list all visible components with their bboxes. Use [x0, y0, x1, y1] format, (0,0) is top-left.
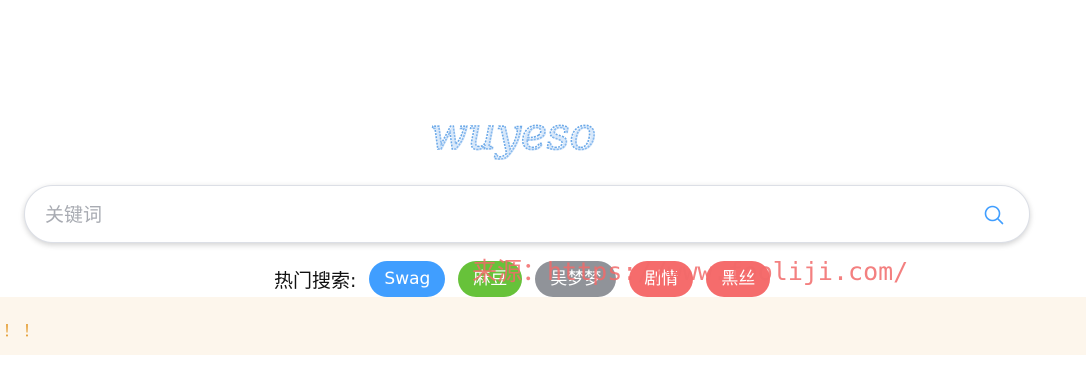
- hot-tag-wumengmeng[interactable]: 吴梦梦: [535, 261, 617, 297]
- hot-tag-juqing[interactable]: 剧情: [629, 261, 694, 297]
- hot-tag-swag[interactable]: Swag: [369, 261, 446, 297]
- search-box: [24, 185, 1030, 243]
- site-logo: wuyeso wuyeso: [0, 105, 1026, 169]
- hot-tag-madou[interactable]: 麻豆: [458, 261, 523, 297]
- search-icon: [984, 205, 1004, 225]
- logo-graphic: wuyeso wuyeso: [429, 108, 597, 161]
- hot-tag-heisi[interactable]: 黑丝: [706, 261, 771, 297]
- hot-search-row: 热门搜索: Swag 麻豆 吴梦梦 剧情 黑丝: [274, 261, 783, 297]
- hot-search-label: 热门搜索:: [274, 269, 357, 292]
- search-input[interactable]: [45, 196, 975, 234]
- notice-text: ！！: [3, 321, 44, 340]
- notice-bar: ！！: [0, 297, 1086, 355]
- logo-text-fill: wuyeso: [431, 110, 597, 161]
- search-button[interactable]: [983, 204, 1005, 226]
- page: wuyeso wuyeso 热门搜索: Swag 麻豆 吴梦梦 剧情 黑丝 来源…: [0, 0, 1086, 382]
